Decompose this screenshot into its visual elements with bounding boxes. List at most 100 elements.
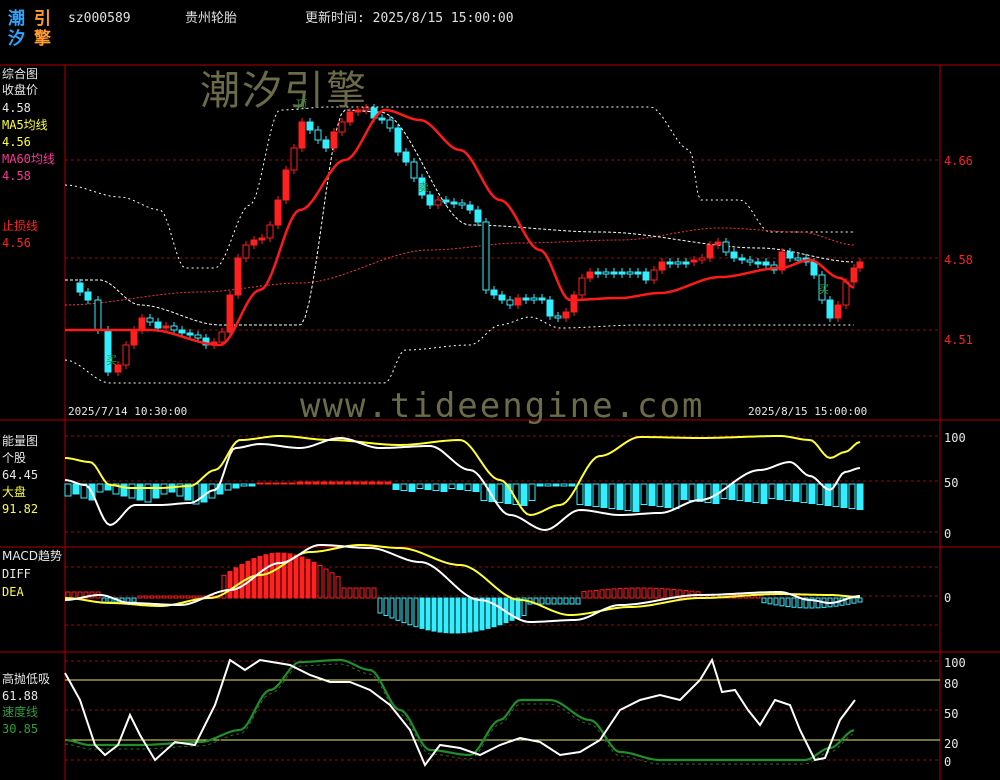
energy-bar — [280, 482, 288, 485]
macd-bar — [143, 595, 149, 599]
date-end: 2025/8/15 15:00:00 — [748, 405, 868, 418]
candle-down — [594, 271, 602, 275]
candle-up — [714, 241, 722, 246]
energy-tick-50: 50 — [944, 476, 959, 490]
osc-tick-20: 20 — [944, 737, 959, 751]
candle-down — [194, 334, 202, 339]
energy-bar — [120, 483, 128, 497]
candles — [76, 104, 864, 376]
candle-down — [482, 221, 490, 291]
macd-bar — [569, 597, 575, 605]
candle-up — [650, 269, 658, 281]
candle-down — [538, 297, 546, 301]
energy-bar — [680, 483, 688, 500]
candle-down — [730, 251, 738, 259]
macd-bar — [563, 597, 569, 605]
close-label: 收盘价 — [2, 83, 39, 97]
macd-bar — [317, 565, 323, 599]
macd-bar — [635, 587, 641, 599]
energy-bar — [304, 481, 312, 485]
candle-down — [754, 261, 762, 265]
macd-bar — [359, 587, 365, 599]
macd-bar — [185, 595, 191, 599]
macd-bar — [335, 576, 341, 599]
macd-bar — [125, 597, 131, 603]
macd-bar — [191, 595, 197, 599]
macd-bar — [443, 597, 449, 634]
candle-down — [634, 271, 642, 275]
macd-bar — [407, 597, 413, 626]
macd-bar — [455, 597, 461, 634]
energy-bar — [472, 483, 480, 492]
energy-market-value: 91.82 — [2, 502, 39, 516]
energy-bar — [856, 483, 864, 510]
energy-bar — [608, 483, 616, 509]
candle-down — [794, 257, 802, 261]
macd-bar — [773, 597, 779, 606]
candle-up — [138, 317, 146, 331]
energy-bar — [664, 483, 672, 508]
candle-up — [578, 277, 586, 296]
macd-bar — [413, 597, 419, 628]
energy-bar — [376, 481, 384, 485]
energy-bar — [296, 481, 304, 485]
energy-bar — [272, 482, 280, 485]
energy-bar — [656, 483, 664, 507]
candle-up — [122, 344, 130, 366]
price-tick-2: 4.58 — [944, 253, 973, 267]
macd-bar — [491, 597, 497, 628]
macd-bar — [587, 590, 593, 599]
energy-bar — [760, 483, 768, 504]
macd-bar — [473, 597, 479, 632]
macd-tick-0: 0 — [944, 591, 952, 605]
macd-bar — [347, 587, 353, 599]
energy-bar — [648, 483, 656, 506]
macd-bar — [659, 588, 665, 599]
energy-bar — [344, 481, 352, 485]
candle-down — [426, 194, 434, 206]
macd-chart — [64, 543, 863, 634]
macd-bar — [479, 597, 485, 631]
energy-bar — [408, 483, 416, 492]
macd-bar — [401, 597, 407, 624]
energy-bar — [424, 483, 432, 490]
energy-bar — [568, 483, 576, 487]
candle-up — [130, 329, 138, 346]
macd-bar — [611, 588, 617, 599]
macd-bar — [449, 597, 455, 634]
oscillator-line — [64, 657, 856, 767]
candle-down — [386, 119, 394, 129]
macd-bar — [653, 587, 659, 599]
energy-bar — [336, 481, 344, 485]
close-value: 4.58 — [2, 101, 31, 115]
macd-bar — [149, 595, 155, 599]
candle-down — [458, 202, 466, 206]
url-watermark: www.tideengine.com — [300, 386, 705, 426]
candle-up — [274, 199, 282, 226]
candle-down — [746, 259, 754, 263]
speed-shadow-line — [64, 663, 854, 765]
energy-market-label: 大盘 — [2, 485, 27, 499]
candle-down — [314, 129, 322, 141]
grid-lines — [65, 159, 940, 761]
energy-bar — [288, 482, 296, 485]
energy-bar — [672, 483, 680, 509]
macd-bar — [365, 587, 371, 599]
marker-buy-2: 买 — [818, 283, 829, 296]
candle-down — [442, 199, 450, 203]
energy-bar — [600, 483, 608, 508]
candle-up — [298, 121, 306, 149]
energy-chart — [64, 435, 864, 532]
candle-up — [514, 297, 522, 306]
macd-bar — [785, 597, 791, 608]
energy-bar — [240, 483, 248, 487]
macd-bar — [647, 587, 653, 599]
candle-down — [626, 271, 634, 275]
osc-speed-value: 30.85 — [2, 722, 39, 736]
energy-bar — [264, 482, 272, 485]
price-tick-1: 4.66 — [944, 154, 973, 168]
energy-bar — [576, 483, 584, 505]
energy-bar — [440, 483, 448, 492]
ma60-value: 4.58 — [2, 169, 31, 183]
candle-down — [474, 209, 482, 223]
